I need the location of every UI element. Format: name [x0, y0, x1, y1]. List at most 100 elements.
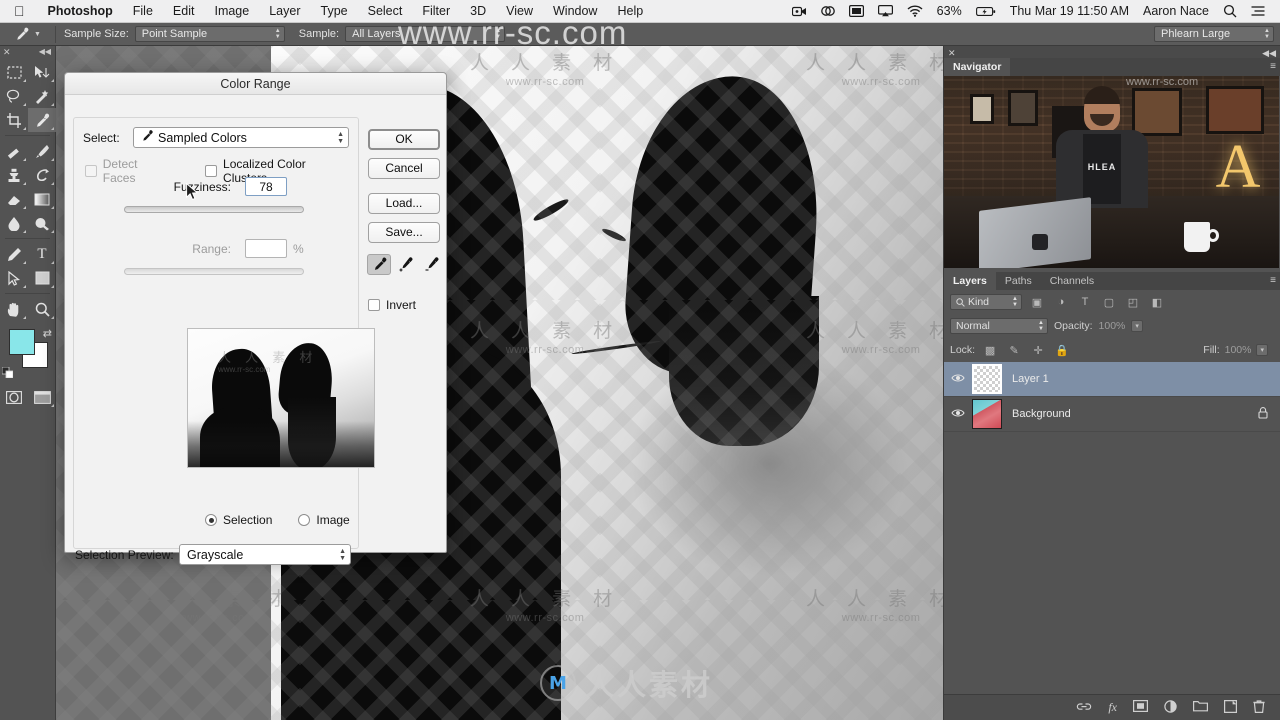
zoom-tool[interactable]: [28, 297, 56, 321]
preview-mode-selection-radio[interactable]: [205, 514, 217, 526]
tab-channels[interactable]: Channels: [1041, 272, 1103, 290]
menu-item-edit[interactable]: Edit: [163, 4, 205, 18]
tool-options-bar[interactable]: ▼ Sample Size: Point Sample ▲ ▼ Sample: A…: [0, 23, 1280, 46]
layer-thumbnail[interactable]: [972, 364, 1002, 394]
delete-layer-icon[interactable]: [1253, 699, 1265, 716]
adjustment-filter-icon[interactable]: ◑: [1052, 296, 1070, 308]
hand-tool[interactable]: [0, 297, 28, 321]
default-colors-icon[interactable]: [1, 365, 14, 379]
layer-row-background[interactable]: Background: [944, 397, 1280, 432]
shape-filter-icon[interactable]: ▢: [1100, 296, 1118, 309]
menu-item-help[interactable]: Help: [607, 4, 653, 18]
history-brush-tool[interactable]: [28, 163, 56, 187]
blend-mode-select[interactable]: Normal ▲ ▼: [950, 318, 1048, 334]
lock-transparency-icon[interactable]: ▩: [981, 344, 999, 357]
menu-item-window[interactable]: Window: [543, 4, 607, 18]
selection-preview-thumbnail[interactable]: 人 人 素 材 www.rr-sc.com: [187, 328, 375, 468]
screen-recording-icon[interactable]: [785, 6, 814, 17]
menu-item-3d[interactable]: 3D: [460, 4, 496, 18]
tab-paths[interactable]: Paths: [996, 272, 1041, 290]
opacity-value[interactable]: 100%: [1099, 320, 1126, 332]
notification-center-icon[interactable]: [1244, 5, 1272, 17]
display-icon[interactable]: [842, 5, 871, 17]
menu-item-image[interactable]: Image: [204, 4, 259, 18]
menu-item-photoshop[interactable]: Photoshop: [38, 4, 123, 18]
color-range-dialog[interactable]: Color Range Select: Sampled Colors ▲ ▼ De…: [64, 72, 447, 565]
new-group-icon[interactable]: [1193, 700, 1208, 715]
close-icon[interactable]: ✕: [3, 47, 11, 58]
sample-select[interactable]: All Layers ▲ ▼: [345, 26, 506, 42]
lock-all-icon[interactable]: 🔒: [1053, 344, 1071, 357]
preview-mode-image-radio[interactable]: [298, 514, 311, 526]
invert-checkbox[interactable]: [368, 299, 380, 311]
fill-stepper-icon[interactable]: ▾: [1256, 344, 1268, 356]
swap-colors-icon[interactable]: ⇄: [43, 327, 52, 340]
layer-name[interactable]: Background: [1002, 408, 1258, 420]
type-filter-icon[interactable]: T: [1076, 296, 1094, 308]
lock-position-icon[interactable]: ✛: [1029, 344, 1047, 357]
tab-navigator[interactable]: Navigator: [944, 58, 1011, 76]
selection-preview-dropdown[interactable]: Grayscale ▲ ▼: [179, 544, 351, 565]
smartobject-filter-icon[interactable]: ◰: [1124, 296, 1142, 309]
layers-panel-footer[interactable]: fx: [944, 694, 1280, 720]
tool-preset-chevron-icon[interactable]: ▼: [34, 31, 49, 38]
menu-item-view[interactable]: View: [496, 4, 543, 18]
select-dropdown[interactable]: Sampled Colors ▲ ▼: [133, 127, 349, 148]
right-panel-dock[interactable]: ✕ ◀◀ Navigator ≡ A HLEA www.rr-sc.com La…: [943, 46, 1280, 720]
range-input[interactable]: [245, 239, 287, 258]
pen-tool[interactable]: [0, 242, 28, 266]
filter-toggle-icon[interactable]: ◧: [1148, 296, 1166, 309]
link-layers-icon[interactable]: [1076, 701, 1092, 715]
foreground-color-swatch[interactable]: [9, 329, 35, 355]
screen-mode-icon[interactable]: [28, 385, 56, 409]
localized-color-clusters-checkbox[interactable]: [205, 165, 218, 177]
fuzziness-input[interactable]: 78: [245, 177, 287, 196]
layer-filter-kind-select[interactable]: Kind ▲ ▼: [950, 294, 1022, 310]
crop-tool[interactable]: [0, 108, 28, 132]
pixel-filter-icon[interactable]: ▣: [1028, 296, 1046, 309]
fuzziness-slider-track[interactable]: [124, 206, 304, 213]
eyedropper-add-icon[interactable]: [393, 254, 417, 275]
clone-stamp-tool[interactable]: [0, 163, 28, 187]
search-icon[interactable]: [1216, 4, 1244, 18]
layer-row-layer-1[interactable]: Layer 1: [944, 362, 1280, 397]
layers-panel-tabbar[interactable]: Layers Paths Channels ≡: [944, 272, 1280, 290]
type-tool[interactable]: T: [28, 242, 56, 266]
ok-button[interactable]: OK: [368, 129, 440, 150]
navigator-tabbar[interactable]: Navigator ≡: [944, 58, 1280, 76]
airplay-icon[interactable]: [871, 5, 900, 17]
tab-layers[interactable]: Layers: [944, 272, 996, 290]
wifi-icon[interactable]: [900, 5, 930, 17]
gradient-tool[interactable]: [28, 187, 56, 211]
quick-mask-icon[interactable]: [0, 385, 28, 409]
magic-wand-tool[interactable]: [28, 84, 56, 108]
range-slider-track[interactable]: [124, 268, 304, 275]
lasso-tool[interactable]: [0, 84, 28, 108]
layer-name[interactable]: Layer 1: [1002, 373, 1280, 385]
menu-item-select[interactable]: Select: [358, 4, 413, 18]
collapse-icon[interactable]: ◀◀: [39, 47, 51, 56]
range-slider[interactable]: [124, 268, 304, 275]
menu-item-file[interactable]: File: [123, 4, 163, 18]
spot-healing-brush-tool[interactable]: [0, 139, 28, 163]
navigator-preview-image[interactable]: A HLEA www.rr-sc.com: [944, 76, 1279, 268]
rectangle-shape-tool[interactable]: [28, 266, 56, 290]
menu-bar-username[interactable]: Aaron Nace: [1136, 4, 1216, 18]
eraser-tool[interactable]: [0, 187, 28, 211]
macos-menu-bar[interactable]:  Photoshop File Edit Image Layer Type S…: [0, 0, 1280, 23]
path-selection-tool[interactable]: [0, 266, 28, 290]
eyedropper-sample-icon[interactable]: [367, 254, 391, 275]
brush-tool[interactable]: [28, 139, 56, 163]
panel-menu-icon[interactable]: ≡: [1270, 275, 1276, 286]
eyedropper-tool[interactable]: [28, 108, 56, 132]
new-layer-icon[interactable]: [1224, 699, 1237, 716]
layer-visibility-icon[interactable]: [944, 373, 972, 386]
tools-panel[interactable]: ✕ ◀◀ T ⇄: [0, 46, 56, 720]
opacity-stepper-icon[interactable]: ▾: [1131, 320, 1143, 332]
lock-image-icon[interactable]: ✎: [1005, 344, 1023, 357]
move-tool[interactable]: [28, 60, 56, 84]
apple-icon[interactable]: : [0, 4, 38, 18]
eyedropper-subtract-icon[interactable]: [419, 254, 443, 275]
panel-menu-icon[interactable]: ≡: [1270, 61, 1276, 72]
color-swatches[interactable]: ⇄: [0, 327, 55, 379]
